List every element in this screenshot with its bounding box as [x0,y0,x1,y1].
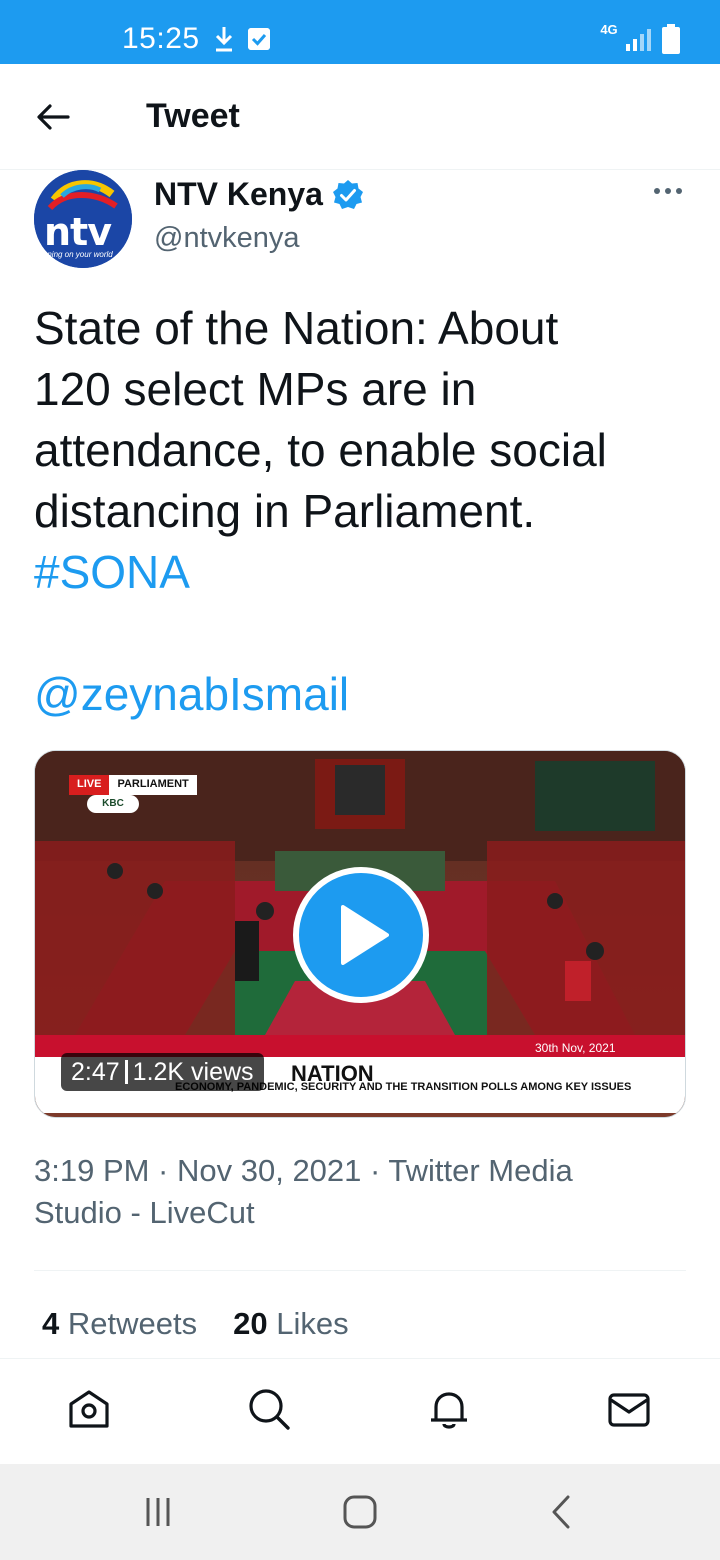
more-dot-icon [676,188,682,194]
avatar-tagline: turning on your world [38,250,113,259]
tab-search[interactable] [244,1384,294,1434]
timestamp-line: 3:19 PM · Nov 30, 2021 · Twitter Media [34,1153,573,1188]
tab-notifications[interactable] [424,1384,474,1434]
divider [0,1358,720,1359]
tweet-text-line: 120 select MPs are in [34,363,477,415]
search-icon [249,1389,290,1430]
retweets-label: Retweets [67,1306,198,1341]
live-label: LIVE [69,775,110,795]
video-views: 1.2K views [132,1058,254,1086]
video-meta: 2:47 1.2K views [61,1053,264,1091]
messages-envelope-icon [608,1393,650,1427]
home-icon [69,1390,109,1428]
video-duration: 2:47 [71,1058,120,1086]
tweet-text-line: State of the Nation: About [34,302,559,354]
download-icon [215,27,233,52]
retweets-count: 4 [42,1306,60,1341]
verified-badge-icon [333,180,363,209]
likes-label: Likes [276,1306,349,1341]
author-handle[interactable]: @ntvkenya [154,222,300,255]
tab-home[interactable] [64,1384,114,1434]
retweets-stat[interactable]: 4 Retweets [42,1306,197,1341]
tweet-text-line: attendance, to enable social [34,424,607,476]
play-icon [341,905,389,965]
check-box-icon [248,28,270,50]
mention-link[interactable]: @zeynabIsmail [34,664,349,725]
likes-count: 20 [233,1306,268,1341]
status-bar: 15:25 4G [0,0,720,64]
author-name[interactable]: NTV Kenya [154,176,323,213]
video-player[interactable]: LIVE PARLIAMENT KBC 30th Nov, 2021 NATIO… [34,750,686,1118]
recent-apps-button[interactable] [138,1492,178,1532]
system-navigation-bar [0,1464,720,1560]
likes-stat[interactable]: 20 Likes [233,1306,348,1341]
status-time: 15:25 [122,22,200,55]
back-button[interactable] [30,94,76,140]
back-nav-button[interactable] [542,1492,582,1532]
ticker-date: 30th Nov, 2021 [535,1041,616,1055]
more-options-button[interactable] [648,176,688,206]
top-app-bar: Tweet [0,64,720,170]
more-dot-icon [665,188,671,194]
engagement-stats: 4 Retweets 20 Likes [42,1306,349,1342]
avatar[interactable]: ntv turning on your world [34,170,132,268]
channel-label: PARLIAMENT [109,775,197,795]
timestamp-line: Studio - LiveCut [34,1195,255,1230]
notifications-bell-icon [431,1392,467,1429]
arrow-left-icon [37,104,70,130]
broadcaster-logo: KBC [87,795,139,813]
recent-apps-icon [146,1498,170,1526]
hashtag-link[interactable]: #SONA [34,542,694,603]
tweet-timestamp: 3:19 PM · Nov 30, 2021 · Twitter Media S… [34,1150,674,1234]
home-nav-icon [343,1495,377,1529]
more-dot-icon [654,188,660,194]
tab-messages[interactable] [604,1384,654,1434]
network-type: 4G [600,22,618,37]
separator [124,1060,128,1084]
bottom-tab-bar [0,1360,720,1464]
home-nav-button[interactable] [340,1492,380,1532]
divider [34,1270,686,1271]
page-title: Tweet [146,97,240,135]
play-button[interactable] [293,867,429,1003]
live-badge: LIVE PARLIAMENT [69,775,197,795]
tweet-text-line: distancing in Parliament. [34,485,536,537]
signal-icon [626,29,651,51]
tweet-text: State of the Nation: About 120 select MP… [34,298,694,603]
avatar-logo-text: ntv [44,210,112,254]
back-nav-icon [552,1495,570,1529]
battery-icon [662,24,680,54]
